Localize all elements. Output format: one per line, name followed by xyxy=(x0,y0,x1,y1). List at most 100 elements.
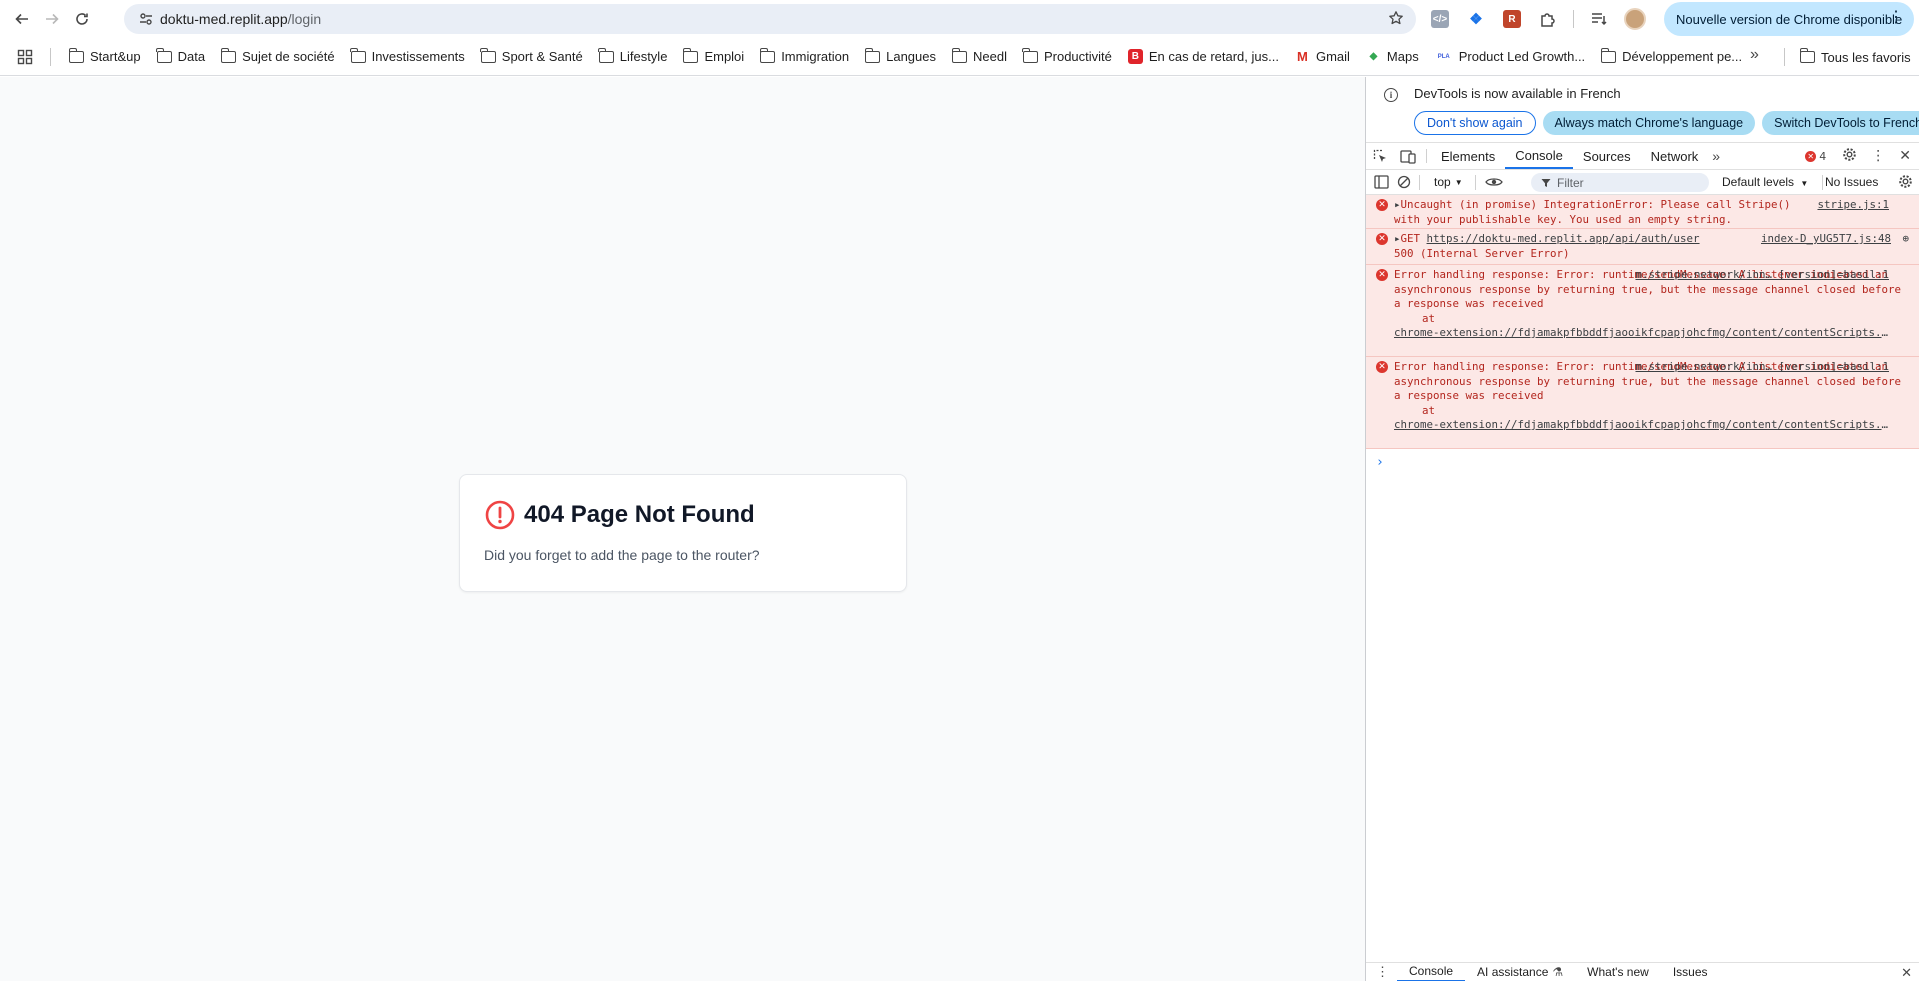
message-source-link[interactable]: index-D_yUG5T7.js:48 xyxy=(1761,232,1891,247)
bookmark-item[interactable]: Sujet de société xyxy=(213,43,343,71)
bookmark-item[interactable]: B En cas de retard, jus... xyxy=(1120,43,1287,71)
customize-menu-icon[interactable]: ⋮ xyxy=(1871,148,1885,164)
sidebar-toggle-icon[interactable] xyxy=(1374,175,1389,189)
chrome-menu-icon[interactable]: ⋮ xyxy=(1888,10,1904,26)
console-error-message: ✕ m.stripe.network/inn… [version]=basil:… xyxy=(1366,357,1919,449)
drawer-tab-whats-new[interactable]: What's new xyxy=(1575,963,1661,981)
gmail-icon: M xyxy=(1294,49,1310,64)
error-icon: ✕ xyxy=(1376,361,1388,373)
red-extension-icon[interactable]: R xyxy=(1497,4,1527,34)
more-bookmarks-icon[interactable]: » xyxy=(1750,46,1759,64)
bookmark-list: Start&up Data Sujet de société Investisseme… xyxy=(61,43,1750,71)
profile-avatar[interactable] xyxy=(1620,4,1650,34)
bookmark-label: Investissements xyxy=(371,49,465,64)
bookmark-item[interactable]: Data xyxy=(149,43,213,71)
console-settings-icon[interactable] xyxy=(1898,174,1913,192)
page-content: 404 Page Not Found Did you forget to add… xyxy=(0,77,1365,981)
tag-extension-icon[interactable]: ❖ xyxy=(1461,4,1491,34)
more-tabs-icon[interactable]: » xyxy=(1708,143,1724,169)
network-request-icon[interactable]: ⊕ xyxy=(1902,232,1909,247)
alert-circle-icon xyxy=(485,500,515,530)
context-label: top xyxy=(1434,175,1451,189)
bookmark-item[interactable]: PLA Product Led Growth... xyxy=(1427,43,1593,71)
folder-icon xyxy=(864,47,881,63)
reload-button[interactable] xyxy=(67,4,97,34)
folder-icon xyxy=(1799,48,1815,63)
bookmark-item[interactable]: Sport & Santé xyxy=(473,43,591,71)
forward-button[interactable] xyxy=(37,4,67,34)
bookmark-item[interactable]: Emploi xyxy=(675,43,752,71)
tab-sources[interactable]: Sources xyxy=(1573,143,1641,169)
close-drawer-icon[interactable]: ✕ xyxy=(1901,965,1912,981)
drawer-menu-icon[interactable]: ⋮ xyxy=(1366,964,1397,980)
error-icon: ✕ xyxy=(1805,150,1817,162)
site-info-icon[interactable] xyxy=(132,11,160,27)
bookmarks-divider xyxy=(1784,48,1785,66)
console-filter-input[interactable]: Filter xyxy=(1531,173,1709,192)
drawer-tab-ai-assistance[interactable]: AI assistance ⚗ xyxy=(1465,963,1575,981)
request-url-link[interactable]: https://doktu-med.replit.app/api/auth/us… xyxy=(1427,232,1700,245)
tab-network[interactable]: Network xyxy=(1641,143,1709,169)
bookmark-star-icon[interactable] xyxy=(1388,10,1404,29)
bookmark-item[interactable]: Langues xyxy=(857,43,944,71)
puzzle-extensions-icon[interactable] xyxy=(1533,4,1563,34)
devtools-extension-icon[interactable]: </> xyxy=(1425,4,1455,34)
context-selector[interactable]: top ▼ xyxy=(1428,175,1469,189)
dont-show-again-button[interactable]: Don't show again xyxy=(1414,111,1536,135)
devtools-right-tools: ✕ 4 ⋮ ✕ xyxy=(1805,143,1919,169)
message-source-link[interactable]: stripe.js:1 xyxy=(1817,198,1889,213)
bookmarks-divider xyxy=(50,47,51,66)
folder-icon xyxy=(759,47,776,63)
bookmark-label: Maps xyxy=(1386,49,1419,64)
devtools-tabbar: Elements Console Sources Network » ✕ 4 ⋮… xyxy=(1366,143,1919,170)
log-levels-dropdown[interactable]: Default levels ▼ xyxy=(1722,175,1808,189)
extension-script-link[interactable]: chrome-extension://fdjamakpfbbddfjaooikf… xyxy=(1394,418,1889,433)
bookmark-item[interactable]: M Gmail xyxy=(1287,43,1358,71)
chrome-update-button[interactable]: Nouvelle version de Chrome disponible ⋮ xyxy=(1664,2,1914,36)
device-toolbar-icon[interactable] xyxy=(1394,143,1422,169)
tab-elements[interactable]: Elements xyxy=(1431,143,1505,169)
bookmark-item[interactable]: Développement pe... xyxy=(1593,43,1750,71)
bookmark-item[interactable]: ◆ Maps xyxy=(1358,43,1427,71)
settings-gear-icon[interactable] xyxy=(1842,147,1857,165)
reading-list-icon[interactable] xyxy=(1584,4,1614,34)
bookmark-item[interactable]: Immigration xyxy=(752,43,857,71)
levels-label: Default levels xyxy=(1722,175,1795,189)
switch-to-french-button[interactable]: Switch DevTools to French xyxy=(1762,111,1919,135)
back-button[interactable] xyxy=(7,4,37,34)
message-source-link[interactable]: m.stripe.network/inn… [version]=basil:1 xyxy=(1635,268,1889,283)
live-expression-eye-icon[interactable] xyxy=(1484,176,1503,188)
issues-button[interactable]: No Issues xyxy=(1825,175,1878,189)
match-language-button[interactable]: Always match Chrome's language xyxy=(1542,111,1756,135)
error-counter[interactable]: ✕ 4 xyxy=(1805,150,1826,163)
all-bookmarks-button[interactable]: Tous les favoris xyxy=(1792,43,1919,71)
filterbar-divider xyxy=(1419,174,1420,190)
drawer-tab-console[interactable]: Console xyxy=(1397,963,1466,981)
console-prompt-chevron-icon[interactable]: › xyxy=(1366,449,1919,470)
dropdown-arrow-icon: ▼ xyxy=(1454,177,1463,187)
console-error-message: ✕ stripe.js:1 ▸Uncaught (in promise) Int… xyxy=(1366,195,1919,229)
apps-grid-icon[interactable] xyxy=(12,49,38,65)
bookmark-item[interactable]: Investissements xyxy=(343,43,473,71)
folder-icon xyxy=(350,47,366,63)
bookmark-item[interactable]: Start&up xyxy=(61,43,149,71)
url-path: /login xyxy=(287,11,322,27)
extension-script-link[interactable]: chrome-extension://fdjamakpfbbddfjaooikf… xyxy=(1394,326,1889,341)
message-source-link[interactable]: m.stripe.network/inn… [version]=basil:1 xyxy=(1635,360,1889,375)
folder-icon xyxy=(1022,47,1038,63)
bookmark-label: Gmail xyxy=(1315,49,1350,64)
tab-console[interactable]: Console xyxy=(1505,143,1573,169)
drawer-tab-issues[interactable]: Issues xyxy=(1661,963,1720,981)
devtools-panel: i DevTools is now available in French Do… xyxy=(1365,77,1919,981)
bookmark-item[interactable]: Productivité xyxy=(1015,43,1120,71)
clear-console-icon[interactable] xyxy=(1397,175,1411,189)
close-devtools-icon[interactable]: ✕ xyxy=(1899,148,1911,164)
bookmark-label: Needl xyxy=(973,49,1007,64)
console-error-message: ✕ m.stripe.network/inn… [version]=basil:… xyxy=(1366,265,1919,357)
address-bar[interactable]: doktu-med.replit.app/login xyxy=(124,4,1416,34)
bookmark-item[interactable]: Needl xyxy=(944,43,1015,71)
beta-flask-icon: ⚗ xyxy=(1552,965,1564,979)
inspect-element-icon[interactable] xyxy=(1366,143,1394,169)
folder-icon xyxy=(480,47,496,63)
bookmark-item[interactable]: Lifestyle xyxy=(591,43,676,71)
